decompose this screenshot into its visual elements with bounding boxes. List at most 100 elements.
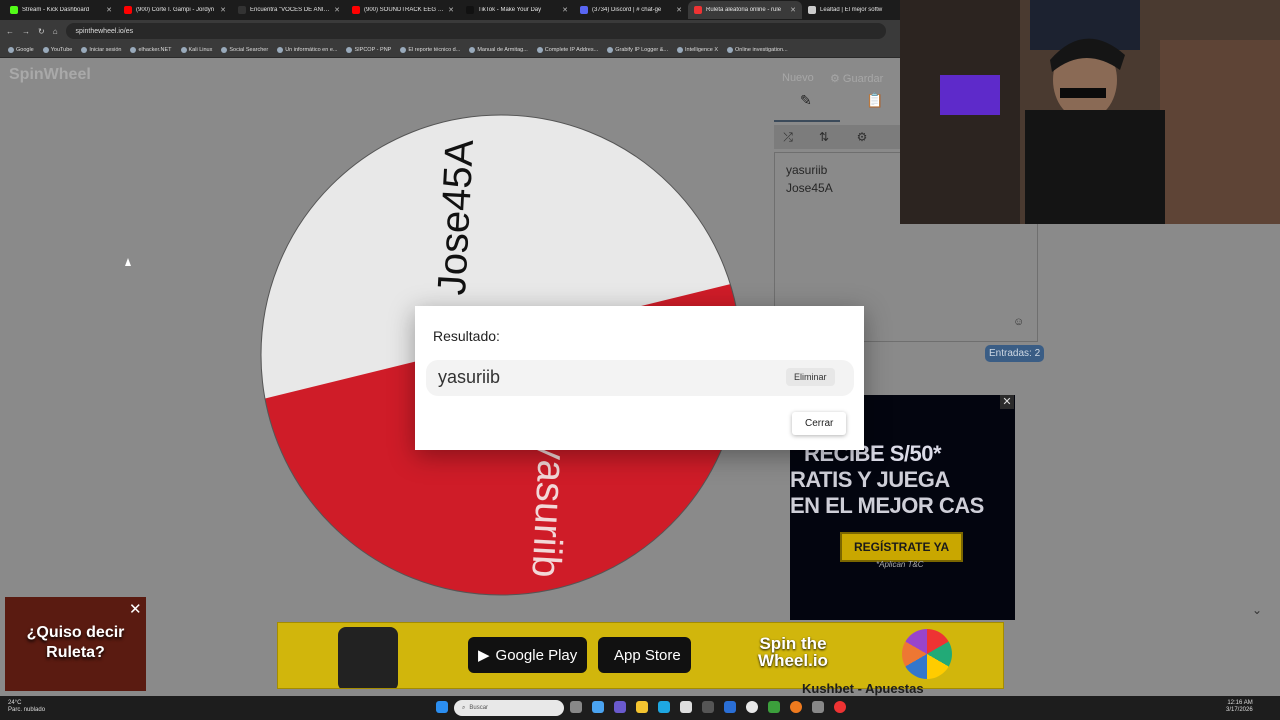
tab-close-icon[interactable]: ✕: [676, 6, 682, 14]
app-store-button[interactable]: App Store: [598, 637, 691, 673]
browser-tab[interactable]: Stream - Kick Dashboard ✕: [4, 1, 118, 19]
close-button[interactable]: Cerrar: [792, 412, 847, 435]
tab-title: Lealtad | El mejor softw: [820, 7, 883, 13]
app-icon[interactable]: [702, 701, 714, 713]
ad-register-button[interactable]: REGÍSTRATE YA: [840, 532, 964, 562]
url-field[interactable]: spinthewheel.io/es: [65, 23, 886, 39]
taskbar-search[interactable]: ⌕ Buscar: [454, 700, 564, 716]
copilot-icon[interactable]: [592, 701, 604, 713]
popup-close-icon[interactable]: ✕: [129, 600, 142, 618]
edit-tab-pencil-icon[interactable]: ✎: [800, 92, 812, 120]
bookmark-item[interactable]: YouTube: [42, 46, 73, 53]
save-button[interactable]: ⚙ Guardar: [830, 72, 883, 85]
bookmark-favicon-icon: [42, 46, 49, 53]
tab-favicon-icon: [352, 6, 360, 14]
bookmark-item[interactable]: Manual de Armitag...: [469, 46, 528, 53]
wheel-label-yasuriib: yasuriib: [523, 439, 574, 579]
bookmark-item[interactable]: El reporte técnico d...: [400, 46, 461, 53]
bookmark-item[interactable]: Complete IP Addres...: [536, 46, 598, 53]
browser-tab[interactable]: TikTok - Make Your Day ✕: [460, 1, 574, 19]
tab-favicon-icon: [580, 6, 588, 14]
task-view-icon[interactable]: [570, 701, 582, 713]
tab-favicon-icon: [694, 6, 702, 14]
site-logo[interactable]: SpinWheel: [9, 66, 91, 84]
tab-close-icon[interactable]: ✕: [562, 6, 568, 14]
tab-title: TikTok - Make Your Day: [478, 7, 542, 13]
remove-button[interactable]: Eliminar: [786, 368, 835, 386]
app-store-label: App Store: [614, 646, 681, 664]
bookmark-favicon-icon: [81, 46, 88, 53]
tab-close-icon[interactable]: ✕: [106, 6, 112, 14]
tab-close-icon[interactable]: ✕: [790, 6, 796, 14]
firefox-icon[interactable]: [790, 701, 802, 713]
bookmark-favicon-icon: [130, 46, 137, 53]
result-row: yasuriib Eliminar: [426, 360, 854, 396]
browser-tab[interactable]: Ruleta aleatoria online - rule ✕: [688, 1, 802, 19]
file-explorer-icon[interactable]: [636, 701, 648, 713]
vscode-icon[interactable]: [724, 701, 736, 713]
bookmark-item[interactable]: Iniciar sesión: [81, 46, 122, 53]
webcam-overlay: [900, 0, 1280, 224]
dialog-title: Resultado:: [433, 328, 500, 344]
weather-widget[interactable]: 24°C Parc. nublado: [8, 700, 45, 714]
chevron-down-icon[interactable]: ⌄: [1252, 603, 1262, 617]
forward-icon[interactable]: →: [22, 27, 30, 36]
tab-close-icon[interactable]: ✕: [220, 6, 226, 14]
bookmark-item[interactable]: Online investigation...: [727, 46, 788, 53]
tab-close-icon[interactable]: ✕: [334, 6, 340, 14]
reload-icon[interactable]: ↻: [38, 27, 45, 36]
banner-brand: Spin the Wheel.io: [758, 634, 828, 670]
app-icon[interactable]: [834, 701, 846, 713]
xbox-icon[interactable]: [768, 701, 780, 713]
bookmark-label: El reporte técnico d...: [408, 46, 461, 53]
bookmark-favicon-icon: [346, 46, 353, 53]
google-play-button[interactable]: ▶ Google Play: [468, 637, 588, 673]
bookmark-item[interactable]: Grabify IP Logger &...: [607, 46, 668, 53]
start-icon[interactable]: [436, 701, 448, 713]
back-icon[interactable]: ←: [6, 27, 14, 36]
search-placeholder: Buscar: [469, 705, 489, 711]
shuffle-icon[interactable]: ⤮: [778, 127, 798, 147]
app-icon[interactable]: [812, 701, 824, 713]
wheel-icon: [902, 629, 952, 679]
settings-gear-icon[interactable]: ⚙: [852, 127, 872, 147]
edge-icon[interactable]: [658, 701, 670, 713]
bookmark-favicon-icon: [221, 46, 228, 53]
save-button-label: Guardar: [842, 73, 884, 85]
tab-title: (3734) Discord | # chat-ge: [592, 7, 662, 13]
chrome-icon[interactable]: [746, 701, 758, 713]
bookmark-label: YouTube: [50, 46, 73, 53]
search-icon: ⌕: [462, 704, 466, 711]
bookmark-item[interactable]: Kali Linux: [180, 46, 212, 53]
emoji-icon[interactable]: ☺: [1013, 313, 1024, 331]
bookmark-item[interactable]: Google: [8, 46, 34, 53]
bookmark-label: elhacker.NET: [138, 46, 172, 53]
tab-close-icon[interactable]: ✕: [448, 6, 454, 14]
home-icon[interactable]: ⌂: [53, 27, 58, 36]
new-button[interactable]: Nuevo: [782, 72, 814, 84]
tab-title: (900) Corte I. Gampi - Jordyn: [136, 7, 215, 13]
bookmark-item[interactable]: Intelligence X: [677, 46, 718, 53]
taskbar-clock[interactable]: 12:16 AM 3/17/2026: [1226, 700, 1253, 714]
bookmark-item[interactable]: elhacker.NET: [130, 46, 172, 53]
browser-tab[interactable]: (900) SOUNDTRACK EEG | CO ✕: [346, 1, 460, 19]
app-banner-ad[interactable]: ▶ Google Play App Store Spin the Wheel.io: [277, 622, 1004, 689]
ad-close-icon[interactable]: ✕: [1000, 395, 1014, 409]
url-text: spinthewheel.io/es: [75, 27, 134, 35]
tab-title: Encuentra "VOCES DE ANIMV: [250, 7, 331, 13]
bookmark-label: Iniciar sesión: [89, 46, 122, 53]
sort-icon[interactable]: ⇅: [814, 127, 834, 147]
teams-icon[interactable]: [614, 701, 626, 713]
bookmark-item[interactable]: SIPCOP - PNP: [346, 46, 391, 53]
bookmark-item[interactable]: Un informático en e...: [277, 46, 337, 53]
browser-tab[interactable]: Encuentra "VOCES DE ANIMV ✕: [232, 1, 346, 19]
tab-favicon-icon: [808, 6, 816, 14]
store-icon[interactable]: [680, 701, 692, 713]
ad-terms: *Aplican T&C: [876, 560, 924, 569]
browser-tab[interactable]: (3734) Discord | # chat-ge ✕: [574, 1, 688, 19]
results-tab-clipboard-icon[interactable]: 📋: [866, 92, 883, 120]
roulette-popup-ad[interactable]: ¿Quiso decir Ruleta?: [5, 597, 146, 691]
browser-tab[interactable]: Lealtad | El mejor softw✕: [802, 1, 916, 19]
browser-tab[interactable]: (900) Corte I. Gampi - Jordyn ✕: [118, 1, 232, 19]
bookmark-item[interactable]: Social Searcher: [221, 46, 268, 53]
